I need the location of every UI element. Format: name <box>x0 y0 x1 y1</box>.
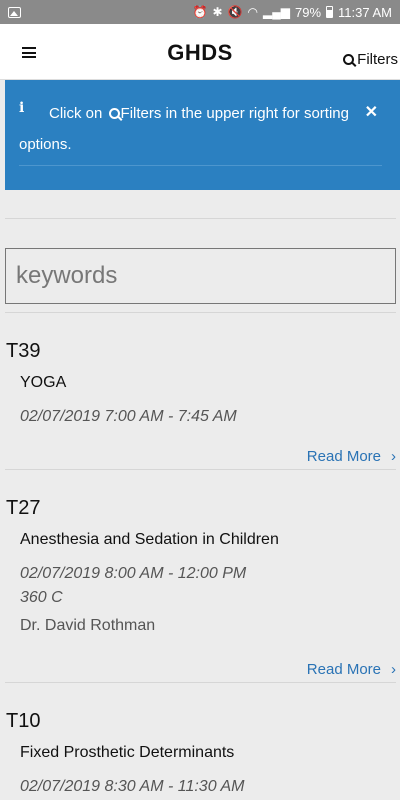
event-speaker: Dr. David Rothman <box>20 617 156 634</box>
alert-message-part1: Click on <box>49 105 107 122</box>
divider <box>5 469 396 470</box>
chevron-right-icon: › <box>391 448 396 465</box>
alarm-icon: ⏰ <box>192 5 208 19</box>
chevron-right-icon: › <box>391 661 396 678</box>
event-title: Fixed Prosthetic Determinants <box>20 744 235 761</box>
read-more-link[interactable]: Read More › <box>307 448 396 465</box>
wifi-icon: ◠ <box>247 5 259 19</box>
app-header: GHDS Filters <box>0 24 400 80</box>
read-more-label: Read More <box>306 661 381 678</box>
search-icon <box>343 54 355 65</box>
keyword-search-input[interactable] <box>6 249 395 303</box>
clock: 11:37 AM <box>338 4 392 20</box>
event-time: 02/07/2019 8:30 AM - 11:30 AM <box>20 778 245 795</box>
keyword-search <box>5 248 396 304</box>
bluetooth-icon: ✱ <box>212 5 223 19</box>
read-more-label: Read More <box>306 448 381 465</box>
filters-button[interactable]: Filters <box>343 51 398 68</box>
event-room: 360 C <box>20 589 63 606</box>
gallery-icon <box>8 6 21 18</box>
search-icon <box>108 108 120 119</box>
event-code: T27 <box>6 497 41 519</box>
event-title: YOGA <box>20 374 67 391</box>
event-title: Anesthesia and Sedation in Children <box>20 531 279 548</box>
mute-icon: 🔇 <box>227 5 243 19</box>
info-alert: i Click on Filters in the upper right fo… <box>5 80 400 190</box>
event-time: 02/07/2019 7:00 AM - 7:45 AM <box>20 408 237 425</box>
status-bar: ⏰ ✱ 🔇 ◠ ▂▄▆ 79% 11:37 AM <box>0 0 400 24</box>
alert-divider <box>19 165 382 166</box>
divider <box>5 312 396 313</box>
divider <box>5 682 396 683</box>
battery-percent: 79% <box>295 4 322 20</box>
read-more-link[interactable]: Read More › <box>307 661 396 678</box>
close-alert-button[interactable]: ✕ <box>365 102 378 122</box>
filters-label: Filters <box>357 51 398 68</box>
event-time: 02/07/2019 8:00 AM - 12:00 PM <box>20 565 247 582</box>
divider <box>5 218 396 219</box>
signal-icon: ▂▄▆ <box>263 5 290 19</box>
event-code: T10 <box>6 710 41 732</box>
page-title: GHDS <box>167 40 233 65</box>
battery-icon <box>326 6 334 18</box>
event-code: T39 <box>6 340 41 362</box>
alert-message: Click on Filters in the upper right for … <box>19 98 359 160</box>
